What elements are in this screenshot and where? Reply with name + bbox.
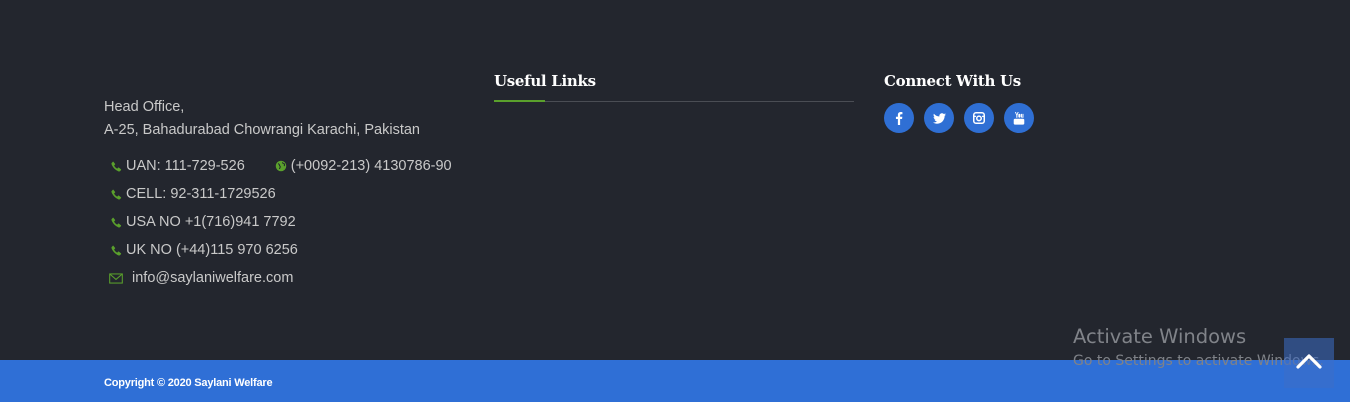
email-link[interactable]: info@saylaniwelfare.com [132,270,293,286]
uk-text: UK NO (+44)115 970 6256 [126,242,298,258]
uan-text: UAN: 111-729-526 [126,158,245,174]
youtube-icon[interactable] [1004,103,1034,133]
cell-text: CELL: 92-311-1729526 [126,186,276,202]
footer-bottom-bar: Copyright © 2020 Saylani Welfare [0,360,1350,402]
contact-column: Head Office, A-25, Bahadurabad Chowrangi… [104,96,474,292]
social-icons [884,103,1184,133]
copyright-text: Copyright © 2020 Saylani Welfare [104,377,273,389]
address-line-1: Head Office, [104,99,185,115]
title-divider-accent [494,100,545,102]
contact-row-usa: USA NO +1(716)941 7792 [104,208,474,236]
chevron-up-icon [1296,353,1322,374]
mail-icon [108,272,124,284]
contact-row-cell: CELL: 92-311-1729526 [104,180,474,208]
address-line-2: A-25, Bahadurabad Chowrangi Karachi, Pak… [104,122,420,138]
social-title: Connect With Us [884,72,1021,90]
phone-icon [108,189,124,200]
phone-icon [108,161,124,172]
phone-icon [108,217,124,228]
social-column: Connect With Us [884,71,1184,133]
footer-main: Head Office, A-25, Bahadurabad Chowrangi… [0,0,1350,360]
contact-row-uan: UAN: 111-729-526 (+0092-213) 4130786-90 [104,152,474,180]
twitter-icon[interactable] [924,103,954,133]
globe-icon [273,160,289,172]
instagram-icon[interactable] [964,103,994,133]
facebook-icon[interactable] [884,103,914,133]
contact-list: UAN: 111-729-526 (+0092-213) 4130786-90 … [104,152,474,292]
usa-text: USA NO +1(716)941 7792 [126,214,296,230]
scroll-to-top-button[interactable] [1284,338,1334,388]
useful-links-title: Useful Links [494,72,596,90]
contact-row-uk: UK NO (+44)115 970 6256 [104,236,474,264]
title-divider [494,100,854,102]
contact-row-email: info@saylaniwelfare.com [104,264,474,292]
fax-text: (+0092-213) 4130786-90 [290,158,452,174]
useful-links-column: Useful Links [494,71,854,102]
phone-icon [108,245,124,256]
